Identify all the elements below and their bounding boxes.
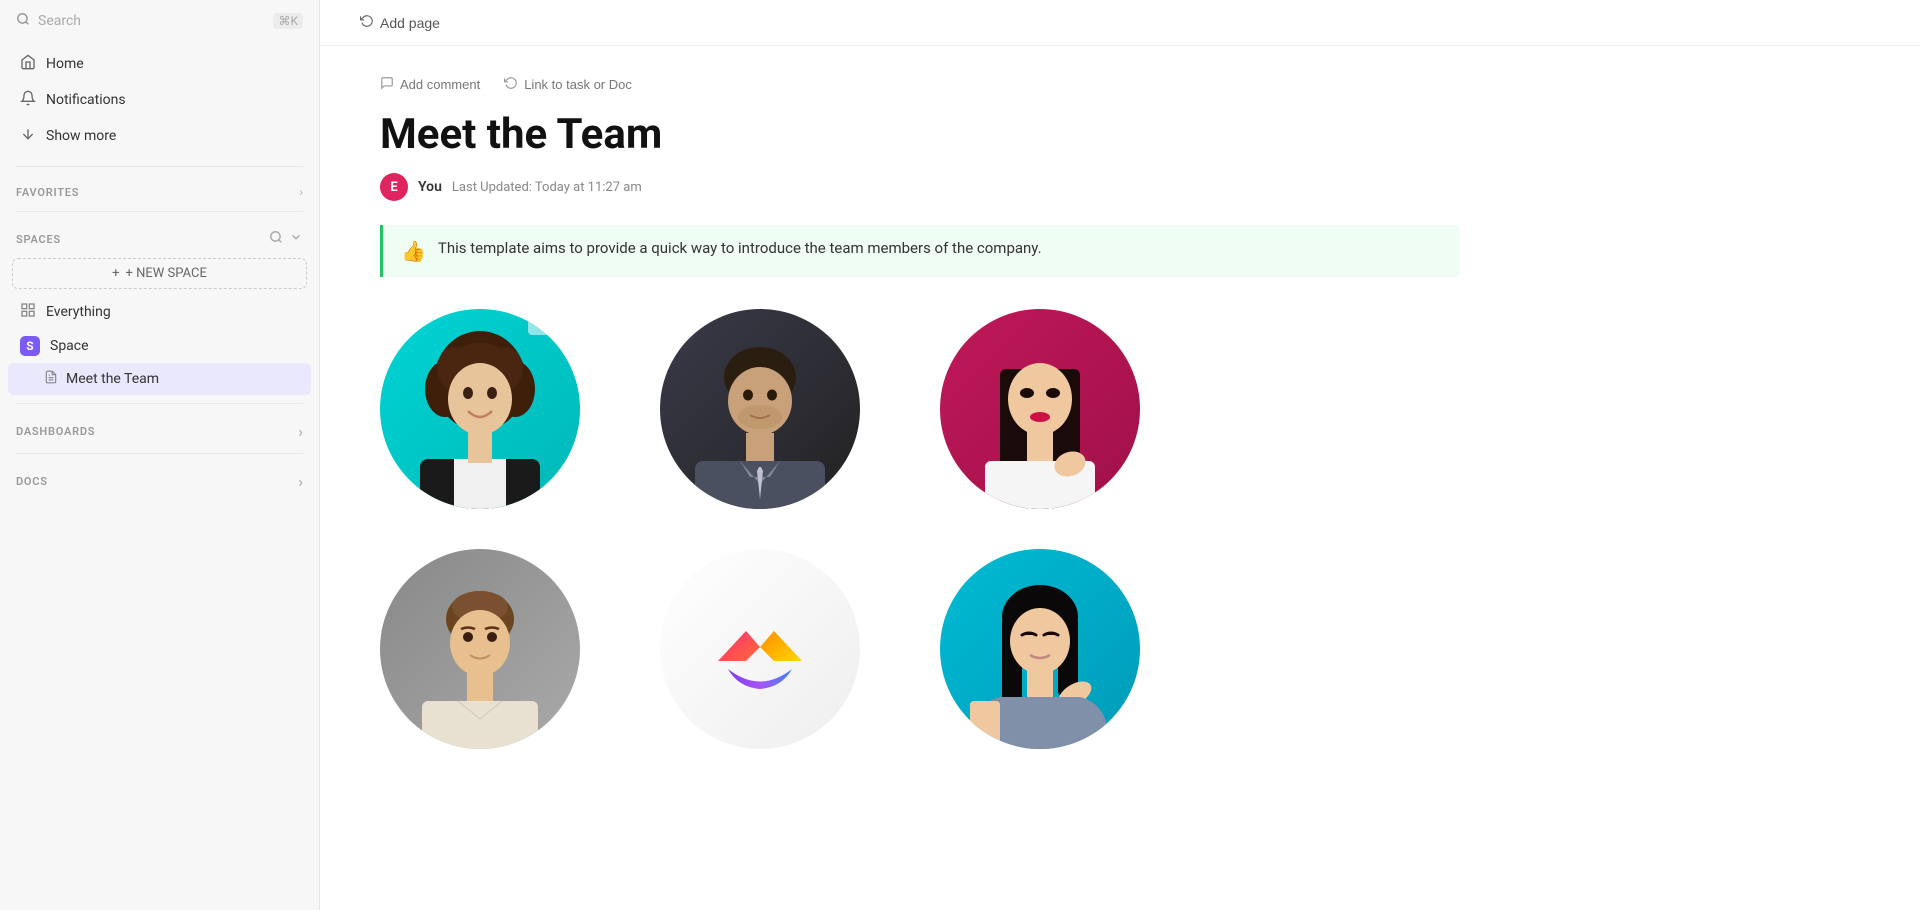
arrow-down-icon xyxy=(20,126,36,146)
add-page-icon xyxy=(360,14,374,31)
add-page-button[interactable]: Add page xyxy=(360,14,440,31)
grid-icon xyxy=(20,302,36,322)
doc-info-block: 👍 This template aims to provide a quick … xyxy=(380,225,1460,277)
space-badge: S xyxy=(20,336,40,356)
team-card-5 xyxy=(660,549,860,749)
search-icon xyxy=(16,12,30,30)
comment-icon xyxy=(380,76,394,93)
link-task-button[interactable]: Link to task or Doc xyxy=(504,76,632,93)
add-comment-label: Add comment xyxy=(400,77,480,92)
doc-author-row: E You Last Updated: Today at 11:27 am xyxy=(380,173,1460,201)
divider-1 xyxy=(16,166,303,167)
card-actions-1: + ⋮ xyxy=(528,313,576,335)
sidebar-item-space-label: Space xyxy=(50,338,89,354)
bell-icon xyxy=(20,90,36,110)
spaces-search-icon[interactable] xyxy=(269,230,283,248)
team-photo-1: + ⋮ xyxy=(380,309,580,509)
spaces-header: SPACES xyxy=(0,220,319,252)
last-updated-text: Last Updated: Today at 11:27 am xyxy=(452,180,642,195)
team-card-4 xyxy=(380,549,580,749)
team-card-6 xyxy=(940,549,1140,749)
home-icon xyxy=(20,54,36,74)
sidebar-item-space[interactable]: S Space xyxy=(8,329,311,363)
add-comment-button[interactable]: Add comment xyxy=(380,76,480,93)
sidebar-item-notifications-label: Notifications xyxy=(46,92,126,108)
add-action-icon[interactable]: + xyxy=(528,313,550,335)
info-emoji: 👍 xyxy=(401,239,426,263)
drag-action-icon[interactable]: ⋮ xyxy=(554,313,576,335)
doc-toolbar: Add comment Link to task or Doc xyxy=(380,76,1460,93)
author-avatar: E xyxy=(380,173,408,201)
team-photo-2 xyxy=(660,309,860,509)
team-photo-6 xyxy=(940,549,1140,749)
docs-label: DOCS xyxy=(16,475,48,488)
divider-3 xyxy=(16,403,303,404)
sidebar-item-show-more-label: Show more xyxy=(46,128,116,144)
author-name: You xyxy=(418,179,442,195)
team-card-1: + ⋮ xyxy=(380,309,580,509)
sidebar-item-everything-label: Everything xyxy=(46,304,111,320)
new-space-button[interactable]: + + NEW SPACE xyxy=(12,258,307,289)
sidebar-item-show-more[interactable]: Show more xyxy=(8,118,311,154)
search-shortcut: ⌘K xyxy=(273,13,303,29)
page-doc-icon xyxy=(44,370,58,388)
sidebar-item-meet-the-team[interactable]: Meet the Team xyxy=(8,363,311,395)
dashboards-section[interactable]: DASHBOARDS › xyxy=(0,412,319,445)
sidebar-item-home[interactable]: Home xyxy=(8,46,311,82)
sidebar-item-home-label: Home xyxy=(46,56,84,72)
plus-icon: + xyxy=(112,266,119,281)
divider-4 xyxy=(16,453,303,454)
favorites-label: FAVORITES xyxy=(16,186,79,199)
sidebar: Search ⌘K Home Notifications Show more F… xyxy=(0,0,320,910)
favorites-chevron-icon: › xyxy=(299,185,303,199)
team-grid: + ⋮ xyxy=(380,309,1460,749)
document-content: Add comment Link to task or Doc Meet the… xyxy=(320,46,1520,779)
add-page-label: Add page xyxy=(380,15,440,31)
dashboards-chevron-icon: › xyxy=(298,422,303,441)
sidebar-item-notifications[interactable]: Notifications xyxy=(8,82,311,118)
favorites-section[interactable]: FAVORITES › xyxy=(0,175,319,203)
new-space-label: + NEW SPACE xyxy=(126,266,207,281)
spaces-label: SPACES xyxy=(16,233,61,246)
team-photo-5 xyxy=(660,549,860,749)
info-text: This template aims to provide a quick wa… xyxy=(438,239,1042,257)
link-task-label: Link to task or Doc xyxy=(524,77,632,92)
team-photo-4 xyxy=(380,549,580,749)
dashboards-label: DASHBOARDS xyxy=(16,425,95,438)
sidebar-item-meet-the-team-label: Meet the Team xyxy=(66,371,159,387)
doc-title: Meet the Team xyxy=(380,111,1460,159)
search-bar[interactable]: Search ⌘K xyxy=(0,0,319,42)
team-photo-3 xyxy=(940,309,1140,509)
add-page-bar: Add page xyxy=(320,0,1920,46)
team-card-3 xyxy=(940,309,1140,509)
spaces-actions[interactable] xyxy=(269,230,303,248)
spaces-chevron-down-icon[interactable] xyxy=(289,230,303,248)
search-label: Search xyxy=(38,13,81,29)
sidebar-item-everything[interactable]: Everything xyxy=(8,295,311,329)
docs-chevron-icon: › xyxy=(298,472,303,491)
main-nav: Home Notifications Show more xyxy=(0,42,319,158)
divider-2 xyxy=(16,211,303,212)
team-card-2 xyxy=(660,309,860,509)
main-content: Add page Add comment Link to task or Doc… xyxy=(320,0,1920,910)
link-icon xyxy=(504,76,518,93)
docs-section[interactable]: DOCS › xyxy=(0,462,319,495)
